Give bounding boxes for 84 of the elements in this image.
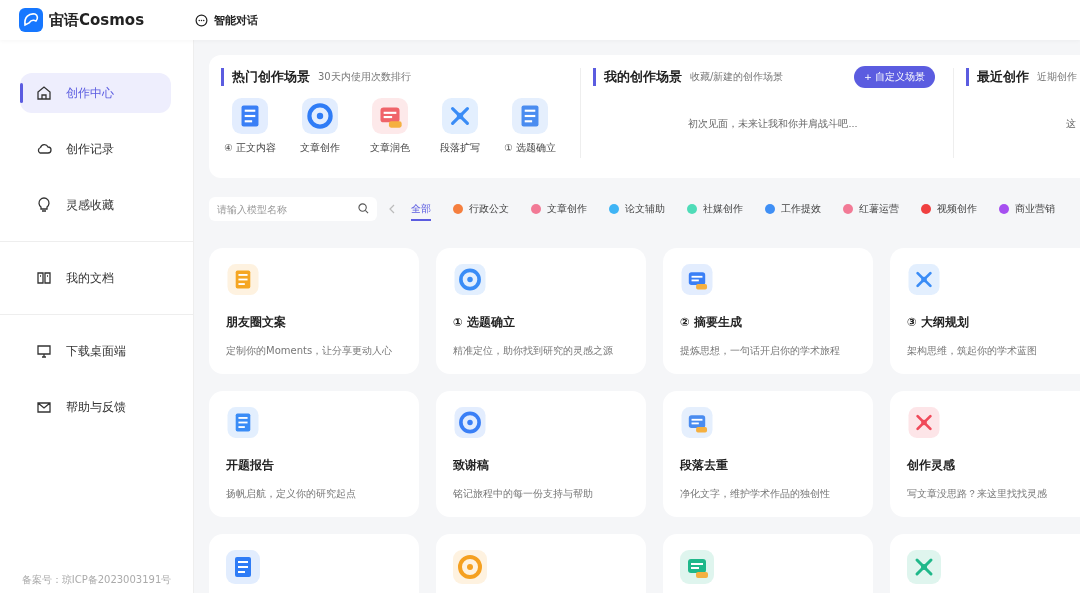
- category-tab[interactable]: 视频创作: [921, 197, 977, 221]
- card-icon: [226, 264, 260, 295]
- section-title: 我的创作场景: [604, 68, 682, 86]
- card-description: 定制你的Moments，让分享更动人心: [226, 344, 394, 358]
- card-icon: [907, 550, 941, 584]
- hot-scene[interactable]: 文章创作: [291, 98, 349, 155]
- home-icon: [36, 85, 52, 101]
- scene-card[interactable]: ① 选题确立 精准定位，助你找到研究的灵感之源: [436, 248, 646, 374]
- hot-scene[interactable]: 段落扩写: [431, 98, 489, 155]
- card-icon: [226, 550, 260, 584]
- card-icon: [680, 264, 714, 295]
- scene-card[interactable]: 段落去重 净化文字，维护学术作品的独创性: [663, 391, 873, 517]
- icp-license-text: 备案号：琼ICP备2023003191号: [20, 573, 173, 587]
- app-name: 宙语Cosmos: [49, 10, 145, 30]
- card-title: 段落去重: [680, 458, 729, 473]
- chevron-left-icon[interactable]: [389, 204, 395, 214]
- section-title: 热门创作场景: [232, 68, 310, 86]
- scene-icon: [442, 98, 478, 134]
- scene-card[interactable]: 致谢稿 铭记旅程中的每一份支持与帮助: [436, 391, 646, 517]
- category-tab[interactable]: 工作提效: [765, 197, 821, 221]
- scene-icon: [232, 98, 268, 134]
- card-title: 致谢稿: [453, 458, 490, 473]
- section-title: 最近创作: [977, 68, 1029, 86]
- card-icon: [680, 407, 714, 438]
- card-title: ③ 大纲规划: [907, 315, 970, 330]
- card-description: 净化文字，维护学术作品的独创性: [680, 487, 831, 501]
- section-subtitle: 收藏/新建的创作场景: [690, 70, 784, 84]
- scene-icon: [512, 98, 548, 134]
- card-title: 朋友圈文案: [226, 315, 287, 330]
- category-tab[interactable]: 文章创作: [531, 197, 587, 221]
- chat-link[interactable]: 智能对话: [195, 12, 258, 28]
- section-subtitle: 30天内使用次数排行: [318, 70, 411, 84]
- empty-message: 这: [1066, 118, 1076, 131]
- nav-item[interactable]: 灵感收藏: [20, 185, 171, 225]
- card-icon: [453, 264, 487, 295]
- category-tab[interactable]: 红薯运营: [843, 197, 899, 221]
- scene-card[interactable]: 开题报告 扬帆启航，定义你的研究起点: [209, 391, 419, 517]
- card-title: ① 选题确立: [453, 315, 516, 330]
- card-icon: [907, 264, 941, 295]
- nav-item[interactable]: 帮助与反馈: [20, 387, 171, 427]
- card-title: 开题报告: [226, 458, 275, 473]
- card-description: 架构思维，筑起你的学术蓝图: [907, 344, 1038, 358]
- section-subtitle: 近期创作: [1037, 70, 1077, 84]
- card-icon: [453, 550, 487, 584]
- search-icon: [358, 203, 369, 214]
- category-tab[interactable]: 社媒创作: [687, 197, 743, 221]
- scene-card[interactable]: ③ 大纲规划 架构思维，筑起你的学术蓝图: [890, 248, 1080, 374]
- card-description: 提炼思想，一句话开启你的学术旅程: [680, 344, 841, 358]
- custom-scene-button[interactable]: + 自定义场景: [854, 66, 935, 88]
- card-icon: [453, 407, 487, 438]
- card-icon: [907, 407, 941, 438]
- category-tab[interactable]: 论文辅助: [609, 197, 665, 221]
- scene-card[interactable]: 朋友圈文案 定制你的Moments，让分享更动人心: [209, 248, 419, 374]
- lightbulb-icon: [36, 197, 52, 213]
- scene-card[interactable]: 创作灵感 写文章没思路？来这里找找灵感: [890, 391, 1080, 517]
- hot-scene[interactable]: 文章润色: [361, 98, 419, 155]
- scene-icon: [372, 98, 408, 134]
- card-description: 扬帆启航，定义你的研究起点: [226, 487, 357, 501]
- card-title: ② 摘要生成: [680, 315, 743, 330]
- scene-icon: [302, 98, 338, 134]
- category-tab[interactable]: 全部: [411, 197, 431, 221]
- card-description: 精准定位，助你找到研究的灵感之源: [453, 344, 614, 358]
- card-description: 铭记旅程中的每一份支持与帮助: [453, 487, 594, 501]
- category-tab[interactable]: 行政公文: [453, 197, 509, 221]
- card-description: 写文章没思路？来这里找找灵感: [907, 487, 1048, 501]
- card-icon: [680, 550, 714, 584]
- card-title: 创作灵感: [907, 458, 956, 473]
- monitor-icon: [36, 343, 52, 359]
- hot-scene[interactable]: ④ 正文内容: [221, 98, 279, 155]
- cloud-icon: [36, 141, 52, 157]
- hot-scene[interactable]: ① 选题确立: [501, 98, 559, 155]
- logo-icon: [19, 8, 43, 32]
- nav-item[interactable]: 创作中心: [20, 73, 171, 113]
- card-icon: [226, 407, 260, 438]
- nav-item[interactable]: 下载桌面端: [20, 331, 171, 371]
- chat-bubble-icon: [195, 13, 208, 27]
- empty-message: 初次见面，未来让我和你并肩战斗吧...: [688, 118, 858, 131]
- scene-card[interactable]: ② 摘要生成 提炼思想，一句话开启你的学术旅程: [663, 248, 873, 374]
- envelope-icon: [36, 399, 52, 415]
- nav-item[interactable]: 创作记录: [20, 129, 171, 169]
- book-icon: [36, 270, 52, 286]
- search-field[interactable]: 请输入模型名称: [209, 197, 377, 221]
- nav-item[interactable]: 我的文档: [20, 258, 171, 298]
- category-tab[interactable]: 商业营销: [999, 197, 1055, 221]
